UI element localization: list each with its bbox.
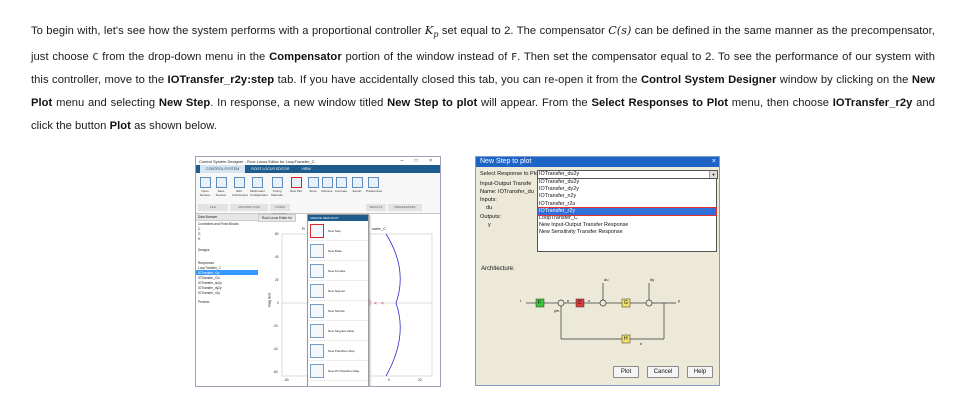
- tab-root-locus-editor[interactable]: ROOT LOCUS EDITOR: [245, 165, 295, 173]
- browser-item[interactable]: H: [196, 236, 258, 241]
- open-session-icon[interactable]: [200, 177, 211, 188]
- control-system-designer-screenshot: Control System Designer - Root Locus Edi…: [195, 156, 441, 387]
- ribbon-label: Preferences: [366, 189, 383, 193]
- save-session-icon[interactable]: [216, 177, 227, 188]
- export-icon[interactable]: [352, 177, 363, 188]
- ribbon-label: Tuning Methods: [271, 189, 283, 197]
- menu-item-new-nichols[interactable]: New Nichols: [308, 301, 368, 321]
- block-g[interactable]: G: [624, 300, 628, 306]
- kp-symbol: Kp: [424, 24, 439, 40]
- store-icon[interactable]: [308, 177, 319, 188]
- signal-r: r: [520, 298, 522, 303]
- io-pole-zero-map-icon: [310, 363, 324, 378]
- svg-text:×: ×: [374, 301, 377, 307]
- menu-item-new-pole-zero-map[interactable]: New Pole/Zero Map: [308, 341, 368, 361]
- menu-item-new-singular-value[interactable]: New Singular Value: [308, 321, 368, 341]
- block-h[interactable]: H: [624, 336, 628, 342]
- singular-value-plot-icon: [310, 323, 324, 338]
- signal-n: n: [640, 341, 643, 346]
- browser-item[interactable]: Designs: [196, 247, 258, 252]
- block-f[interactable]: F: [538, 300, 541, 306]
- nyquist-plot-icon: [310, 283, 324, 298]
- ribbon-section: FILE: [198, 204, 228, 211]
- tuning-methods-icon[interactable]: [272, 177, 283, 188]
- menu-item-new-step[interactable]: New Step: [308, 221, 368, 241]
- impulse-plot-icon: [310, 263, 324, 278]
- signal-u: u: [588, 298, 591, 303]
- menu-item-new-io-pole-zero-map[interactable]: New I/O Pole/Zero Map: [308, 361, 368, 381]
- instruction-paragraph: To begin with, let's see how the system …: [31, 24, 935, 133]
- preferences-icon[interactable]: [368, 177, 379, 188]
- create-new-plot-menu: CREATE NEW PLOT New Step New Bode New Im…: [307, 214, 369, 386]
- ribbon-label: Open Session: [199, 189, 211, 197]
- tab-view[interactable]: VIEW: [295, 165, 316, 173]
- ribbon-label: New Plot: [289, 189, 302, 193]
- ribbon-label: Store: [309, 189, 317, 193]
- signal-ym: ym: [554, 308, 560, 313]
- architecture-diagram: [526, 283, 676, 344]
- compare-icon[interactable]: [336, 177, 347, 188]
- cancel-button[interactable]: Cancel: [647, 366, 679, 378]
- browser-item[interactable]: IOTransfer_n2y: [196, 290, 258, 295]
- ribbon-label: Edit Architecture: [232, 189, 249, 197]
- retrieve-icon[interactable]: [322, 177, 333, 188]
- csd-ribbon: Open Session Save Session Edit Architect…: [196, 173, 440, 216]
- ribbon-section: TUNING METHODS: [270, 204, 290, 216]
- new-step-to-plot-dialog: New Step to plot × Select Response to Pl…: [475, 156, 720, 386]
- new-plot-icon[interactable]: [291, 177, 302, 188]
- tab-control-system[interactable]: CONTROL SYSTEM: [200, 165, 246, 173]
- ribbon-label: Save Session: [215, 189, 227, 197]
- plot-button[interactable]: Plot: [613, 366, 639, 378]
- pole-zero-map-icon: [310, 343, 324, 358]
- window-controls[interactable]: – □ ×: [401, 158, 438, 164]
- signal-du: du: [604, 277, 609, 282]
- svg-text:×: ×: [381, 301, 384, 307]
- ribbon-label: Retrieve: [321, 189, 333, 193]
- ribbon-label: Export: [352, 189, 362, 193]
- signal-e: e: [567, 298, 570, 303]
- menu-item-new-bode[interactable]: New Bode: [308, 241, 368, 261]
- ribbon-label: Multimodel Configuration: [250, 189, 268, 197]
- multimodel-icon[interactable]: [252, 177, 263, 188]
- csd-tabbar: CONTROL SYSTEM ROOT LOCUS EDITOR VIEW: [196, 165, 440, 173]
- data-browser: Data Browser Controllers and Fixed Block…: [196, 214, 259, 386]
- edit-architecture-icon[interactable]: [234, 177, 245, 188]
- signal-y: y: [678, 298, 680, 303]
- menu-item-new-nyquist[interactable]: New Nyquist: [308, 281, 368, 301]
- csd-title: Control System Designer - Root Locus Edi…: [199, 158, 315, 164]
- browser-item[interactable]: Preview: [196, 299, 258, 304]
- ribbon-section: RESULTS: [366, 204, 386, 211]
- signal-dy: dy: [650, 277, 655, 282]
- csd-titlebar: Control System Designer - Root Locus Edi…: [196, 157, 440, 165]
- step-plot-icon: [310, 223, 324, 238]
- nichols-plot-icon: [310, 303, 324, 318]
- help-button[interactable]: Help: [687, 366, 713, 378]
- bode-plot-icon: [310, 243, 324, 258]
- block-c[interactable]: C: [578, 300, 582, 306]
- ribbon-label: Compare: [334, 189, 348, 193]
- data-browser-title: Data Browser: [196, 214, 258, 221]
- menu-item-new-impulse[interactable]: New Impulse: [308, 261, 368, 281]
- ribbon-section: ARCHITECTURE: [230, 204, 268, 211]
- ribbon-section: PREFERENCES: [388, 204, 422, 211]
- cs-symbol: C(s): [608, 24, 632, 37]
